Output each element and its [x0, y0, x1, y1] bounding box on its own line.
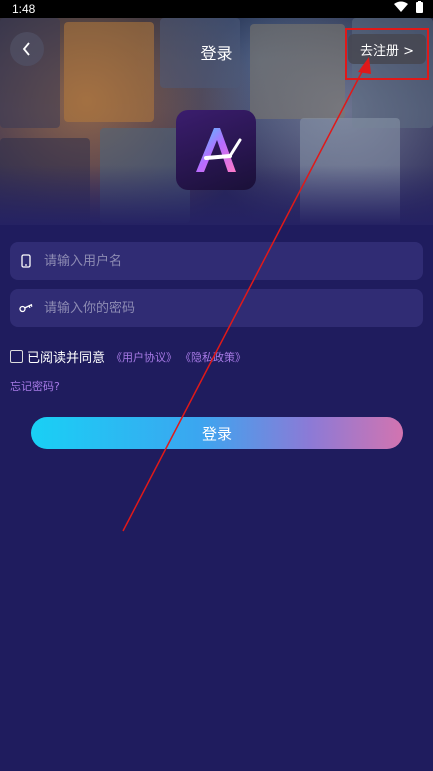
app-logo-icon: [196, 128, 242, 172]
password-field[interactable]: [10, 289, 423, 327]
phone-icon: [21, 254, 31, 268]
agree-checkbox[interactable]: [10, 350, 23, 363]
go-register-button[interactable]: 去注册 >: [348, 34, 426, 64]
status-time: 1:48: [12, 2, 36, 16]
user-agreement-link[interactable]: 《用户协议》: [111, 349, 177, 365]
forgot-password-link[interactable]: 忘记密码?: [10, 378, 60, 394]
status-bar: 1:48: [0, 0, 433, 18]
key-icon: [19, 303, 33, 313]
battery-icon: [416, 1, 423, 13]
agreement-row: 已阅读并同意 《用户协议》 《隐私政策》: [10, 347, 246, 366]
username-input[interactable]: [42, 252, 423, 270]
agree-label: 已阅读并同意: [27, 351, 106, 366]
app-logo: [176, 110, 256, 190]
privacy-policy-link[interactable]: 《隐私政策》: [180, 349, 246, 365]
username-field[interactable]: [10, 242, 423, 280]
login-button[interactable]: 登录: [31, 417, 403, 449]
wifi-icon: [394, 1, 408, 12]
password-input[interactable]: [42, 299, 423, 317]
